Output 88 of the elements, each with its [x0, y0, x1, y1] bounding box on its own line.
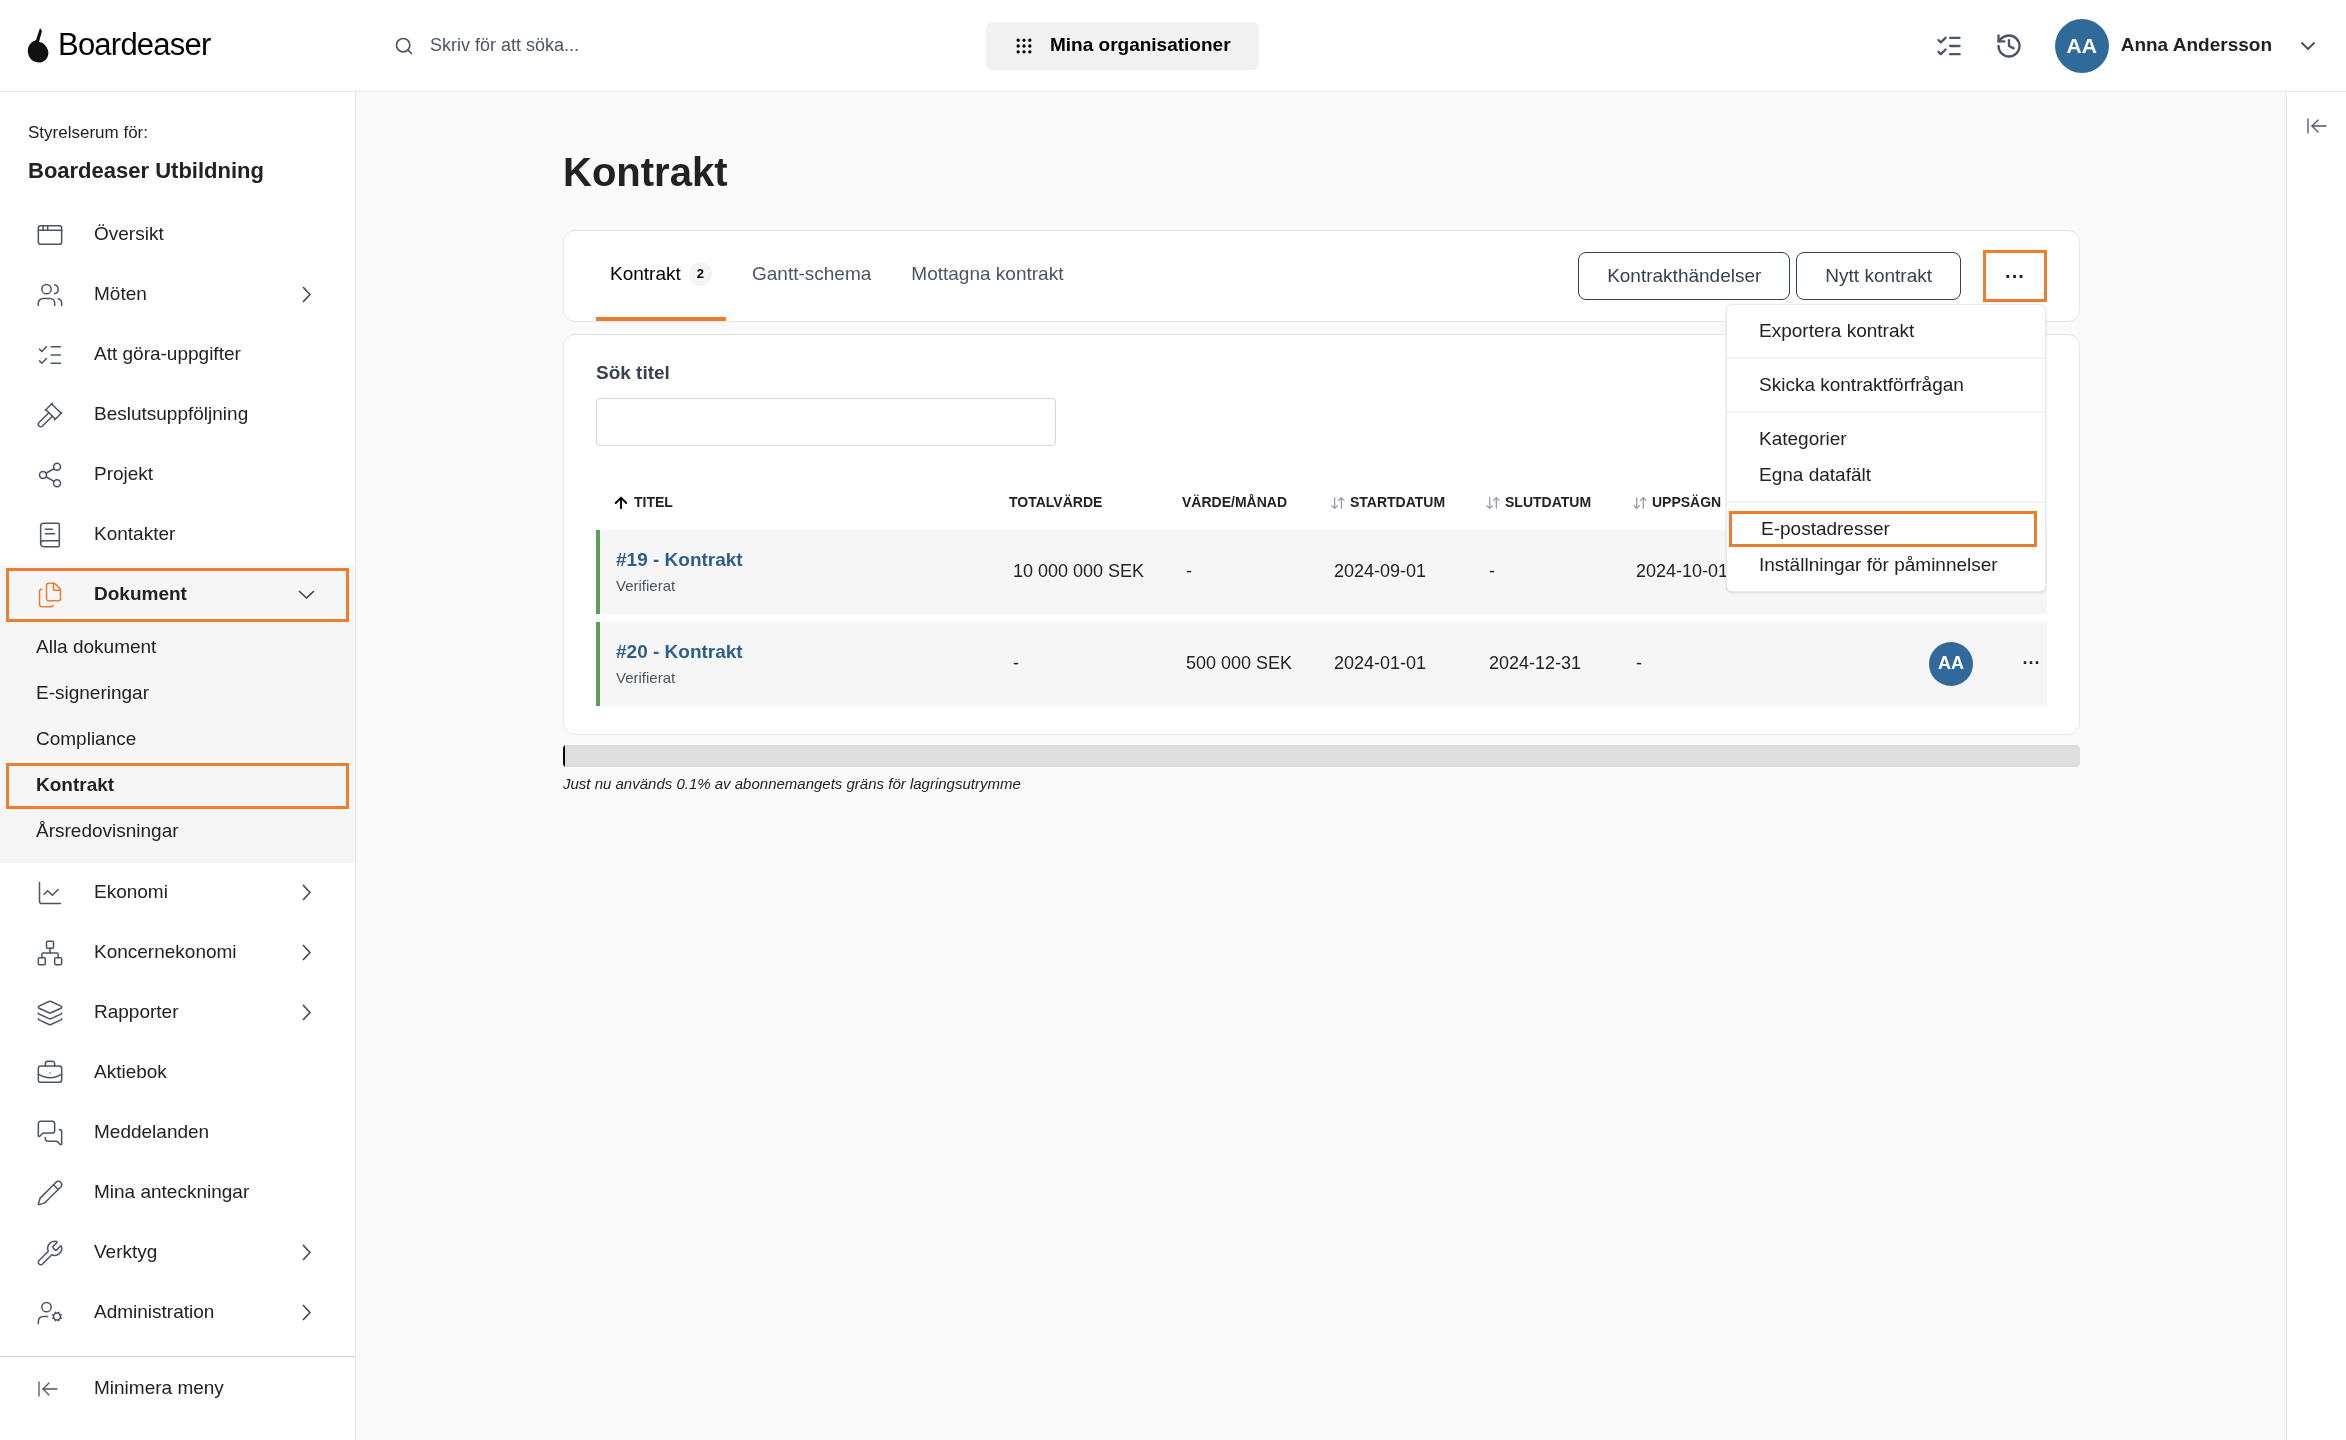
table-cell-text: 2024-01-01	[1334, 652, 1427, 675]
network-icon	[36, 460, 64, 489]
owner-avatar: AA	[1929, 641, 1973, 686]
chevron-right-icon	[302, 286, 311, 303]
table-cell-text: 2024-12-31	[1489, 652, 1582, 675]
gavel-icon	[36, 400, 64, 429]
chevron-right-icon	[302, 1304, 311, 1321]
logo-icon	[26, 27, 50, 64]
submenu-item[interactable]: E-signeringar	[6, 670, 349, 717]
sidebar-item[interactable]: Administration	[6, 1285, 349, 1340]
column-header[interactable]: VÄRDE/MÅNAD	[1182, 492, 1330, 513]
status-text: Verifierat	[616, 575, 676, 596]
pencil-icon	[36, 1178, 64, 1207]
column-header[interactable]: UPPSÄGN	[1632, 492, 1882, 513]
search-icon	[394, 35, 414, 56]
menu-item[interactable]: Inställningar för påminnelser	[1727, 547, 2045, 583]
column-header[interactable]: TOTALVÄRDE	[1009, 492, 1182, 513]
sidebar-item[interactable]: Koncernekonomi	[6, 925, 349, 980]
sidebar-item[interactable]: Projekt	[6, 447, 349, 502]
sidebar-item[interactable]: Att göra-uppgifter	[6, 327, 349, 382]
layers-icon	[36, 998, 64, 1027]
organizations-button[interactable]: Mina organisationer	[986, 21, 1259, 70]
table-cell-text: 2024-09-01	[1334, 560, 1427, 583]
sidebar-item[interactable]: Ekonomi	[6, 865, 349, 920]
table-row[interactable]: #20 - Kontrakt Verifierat - 500 000 SEK 2024-01-01 2024-12-31 - AA ···	[596, 621, 2047, 706]
chevron-down-icon	[298, 590, 315, 599]
contract-link[interactable]: #19 - Kontrakt	[616, 546, 743, 575]
wrench-icon	[36, 1238, 64, 1267]
table-cell-text: 2024-10-01	[1636, 560, 1729, 583]
menu-item[interactable]: Kategorier	[1727, 421, 2045, 457]
chevron-right-icon	[302, 1244, 311, 1261]
menu-item[interactable]: Exportera kontrakt	[1727, 313, 2045, 349]
table-cell-text: -	[1636, 652, 1642, 675]
organization-name: Boardeaser Utbildning	[28, 156, 265, 185]
table-cell-text: -	[1489, 560, 1495, 583]
table-cell-text: 10 000 000 SEK	[1013, 560, 1145, 583]
sidebar-item[interactable]: Meddelanden	[6, 1105, 349, 1160]
page-title: Kontrakt	[563, 149, 729, 196]
sort-icon	[1330, 494, 1346, 511]
chevron-right-icon	[302, 1004, 311, 1021]
sidebar-item[interactable]: Kontakter	[6, 507, 349, 562]
hierarchy-icon	[36, 938, 64, 967]
table-cell-text: -	[1186, 560, 1192, 583]
sidebar-caption: Styrelserum för:	[28, 122, 149, 144]
search-field[interactable]: Skriv för att söka...	[430, 32, 978, 59]
column-header[interactable]: STARTDATUM	[1330, 492, 1485, 513]
user-avatar[interactable]: AA	[2054, 18, 2109, 73]
sidebar-item[interactable]: Mina anteckningar	[6, 1165, 349, 1220]
count-badge: 2	[688, 262, 712, 286]
files-icon	[36, 580, 64, 609]
tab[interactable]: Mottagna kontrakt	[897, 231, 1078, 321]
title-search-field[interactable]	[596, 397, 1056, 446]
sort-icon	[1485, 494, 1501, 511]
history-icon[interactable]	[1994, 31, 2023, 60]
action-button[interactable]: Kontrakthändelser	[1578, 252, 1791, 300]
sidebar-item[interactable]: Verktyg	[6, 1225, 349, 1280]
more-button[interactable]: ···	[1983, 250, 2047, 302]
action-button[interactable]: Nytt kontrakt	[1796, 252, 1961, 300]
contract-link[interactable]: #20 - Kontrakt	[616, 638, 743, 667]
sidebar-item[interactable]: Beslutsuppföljning	[6, 387, 349, 442]
tab[interactable]: Gantt-schema	[738, 231, 886, 321]
sidebar-item[interactable]: Möten	[6, 267, 349, 322]
column-header[interactable]: TITEL	[596, 492, 1009, 513]
search-label: Sök titel	[596, 361, 670, 385]
tab[interactable]: Kontrakt 2	[596, 231, 726, 321]
row-actions-button[interactable]: ···	[2022, 650, 2041, 677]
chevron-right-icon	[302, 944, 311, 961]
submenu-item[interactable]: Compliance	[6, 716, 349, 763]
user-name[interactable]: Anna Andersson	[2120, 31, 2272, 60]
column-header[interactable]: SLUTDATUM	[1485, 492, 1632, 513]
table-cell-text: 500 000 SEK	[1186, 652, 1293, 675]
storage-note: Just nu används 0.1% av abonnemangets gräns för lagringsutrymme	[563, 773, 1022, 794]
collapse-menu-link[interactable]: Minimera meny	[94, 1374, 224, 1403]
table-cell-text: -	[1013, 652, 1019, 675]
submenu-item[interactable]: Alla dokument	[6, 624, 349, 671]
sidebar-item[interactable]: Översikt	[6, 207, 349, 262]
sidebar-item[interactable]: Aktiebok	[6, 1045, 349, 1100]
chat-icon	[36, 1118, 64, 1147]
submenu-item[interactable]: Kontrakt	[6, 762, 349, 809]
sort-icon	[1632, 494, 1648, 511]
sidebar-item[interactable]: Rapporter	[6, 985, 349, 1040]
submenu-item[interactable]: Årsredovisningar	[6, 808, 349, 855]
menu-item[interactable]: Skicka kontraktförfrågan	[1727, 367, 2045, 403]
status-text: Verifierat	[616, 667, 676, 688]
sidebar-item[interactable]: Dokument	[6, 567, 349, 622]
menu-item[interactable]: Egna datafält	[1727, 457, 2045, 493]
chevron-right-icon	[302, 884, 311, 901]
brand-name: Boardeaser	[58, 26, 211, 65]
